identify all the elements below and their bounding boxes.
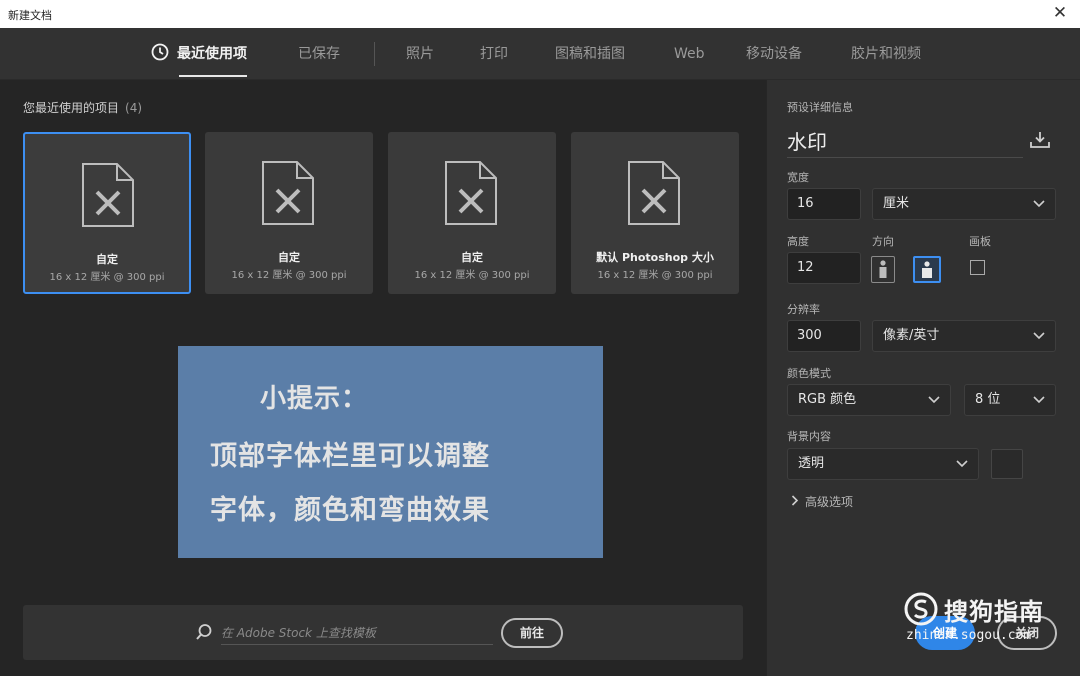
window-titlebar: 新建文档 ✕ (0, 0, 1080, 28)
stock-search-input[interactable] (221, 621, 493, 645)
orientation-label: 方向 (872, 235, 894, 248)
window-title: 新建文档 (8, 9, 52, 22)
chevron-down-icon (1033, 396, 1045, 404)
recent-items-title: 您最近使用的项目 (23, 101, 120, 115)
portrait-icon (879, 260, 887, 278)
recent-item-name: 自定 (278, 251, 300, 264)
recent-item-name: 自定 (461, 251, 483, 264)
recent-item-card[interactable]: 自定 16 x 12 厘米 @ 300 ppi (23, 132, 191, 294)
portrait-orientation-button[interactable] (871, 256, 895, 283)
landscape-orientation-button[interactable] (913, 256, 941, 283)
recent-item-dims: 16 x 12 厘米 @ 300 ppi (414, 270, 530, 281)
width-unit-value: 厘米 (883, 196, 910, 211)
tab-film-video[interactable]: 胶片和视频 (851, 28, 921, 80)
background-label: 背景内容 (787, 430, 831, 443)
preset-name-field[interactable]: 水印 (787, 126, 1023, 158)
color-mode-select[interactable]: RGB 颜色 (787, 384, 951, 416)
recent-item-dims: 16 x 12 厘米 @ 300 ppi (231, 270, 347, 281)
chevron-down-icon (928, 396, 940, 404)
tab-saved[interactable]: 已保存 (298, 28, 340, 80)
height-label: 高度 (787, 235, 809, 248)
go-button[interactable]: 前往 (501, 618, 563, 648)
background-value: 透明 (798, 456, 825, 471)
tab-art-illustration[interactable]: 图稿和插图 (555, 28, 625, 80)
tab-mobile[interactable]: 移动设备 (746, 28, 802, 80)
preset-details-pane: 预设详细信息 水印 宽度 16 厘米 高度 方向 画板 12 分辨率 300 像… (766, 80, 1080, 676)
tip-text-line: 字体，颜色和弯曲效果 (210, 495, 490, 526)
document-blank-icon (628, 161, 680, 225)
artboard-label: 画板 (969, 235, 991, 248)
window-close-icon[interactable]: ✕ (1050, 3, 1070, 23)
width-input[interactable]: 16 (787, 188, 861, 220)
chevron-right-icon (791, 495, 799, 506)
resolution-unit-select[interactable]: 像素/英寸 (872, 320, 1056, 352)
tab-divider (374, 42, 375, 66)
chevron-down-icon (1033, 332, 1045, 340)
recent-items-count: (4) (125, 101, 143, 115)
width-label: 宽度 (787, 171, 809, 184)
recent-item-card[interactable]: 默认 Photoshop 大小 16 x 12 厘米 @ 300 ppi (571, 132, 739, 294)
tip-text-line: 顶部字体栏里可以调整 (210, 441, 490, 472)
bit-depth-value: 8 位 (975, 392, 1001, 407)
tip-heading: 小提示： (260, 384, 369, 414)
document-blank-icon (262, 161, 314, 225)
document-blank-icon (445, 161, 497, 225)
color-mode-value: RGB 颜色 (798, 392, 857, 407)
landscape-icon (922, 261, 932, 278)
width-unit-select[interactable]: 厘米 (872, 188, 1056, 220)
resolution-label: 分辨率 (787, 303, 820, 316)
tab-photo[interactable]: 照片 (406, 28, 434, 80)
resolution-input[interactable]: 300 (787, 320, 861, 352)
sogou-logo-icon (904, 592, 938, 626)
color-mode-label: 颜色模式 (787, 367, 831, 380)
chevron-down-icon (956, 460, 968, 468)
watermark-brand: 搜狗指南 (944, 598, 1044, 626)
artboard-checkbox[interactable] (970, 260, 985, 275)
height-input[interactable]: 12 (787, 252, 861, 284)
search-icon (196, 624, 212, 640)
tip-overlay: 小提示： 顶部字体栏里可以调整 字体，颜色和弯曲效果 (178, 346, 603, 558)
background-select[interactable]: 透明 (787, 448, 979, 480)
save-preset-icon[interactable] (1030, 131, 1050, 149)
recent-item-name: 默认 Photoshop 大小 (596, 251, 714, 264)
chevron-down-icon (1033, 200, 1045, 208)
recent-item-dims: 16 x 12 厘米 @ 300 ppi (49, 272, 165, 283)
bit-depth-select[interactable]: 8 位 (964, 384, 1056, 416)
tab-recent-label: 最近使用项 (177, 46, 247, 62)
category-tabs: 最近使用项 已保存 照片 打印 图稿和插图 Web 移动设备 胶片和视频 (0, 28, 1080, 80)
preset-details-label: 预设详细信息 (787, 101, 853, 114)
tab-web[interactable]: Web (674, 28, 705, 80)
recent-items-pane: 您最近使用的项目 (4) 自定 16 x 12 厘米 @ 300 ppi 自定 1… (0, 80, 766, 676)
advanced-options-toggle[interactable]: 高级选项 (791, 493, 853, 510)
recent-item-name: 自定 (96, 253, 118, 266)
advanced-options-label: 高级选项 (805, 495, 854, 509)
document-blank-icon (82, 163, 134, 227)
stock-search-bar: 前往 (23, 605, 743, 660)
recent-items-heading: 您最近使用的项目 (4) (23, 99, 142, 116)
tab-recent[interactable]: 最近使用项 (151, 28, 247, 80)
background-color-swatch[interactable] (991, 449, 1023, 479)
resolution-unit-value: 像素/英寸 (883, 328, 940, 343)
recent-item-dims: 16 x 12 厘米 @ 300 ppi (597, 270, 713, 281)
sogou-watermark: 搜狗指南 zhinan.sogou.com (904, 588, 1072, 660)
recent-item-card[interactable]: 自定 16 x 12 厘米 @ 300 ppi (388, 132, 556, 294)
recent-item-card[interactable]: 自定 16 x 12 厘米 @ 300 ppi (205, 132, 373, 294)
watermark-url: zhinan.sogou.com (906, 628, 1032, 643)
tab-print[interactable]: 打印 (480, 28, 508, 80)
clock-icon (151, 43, 169, 61)
